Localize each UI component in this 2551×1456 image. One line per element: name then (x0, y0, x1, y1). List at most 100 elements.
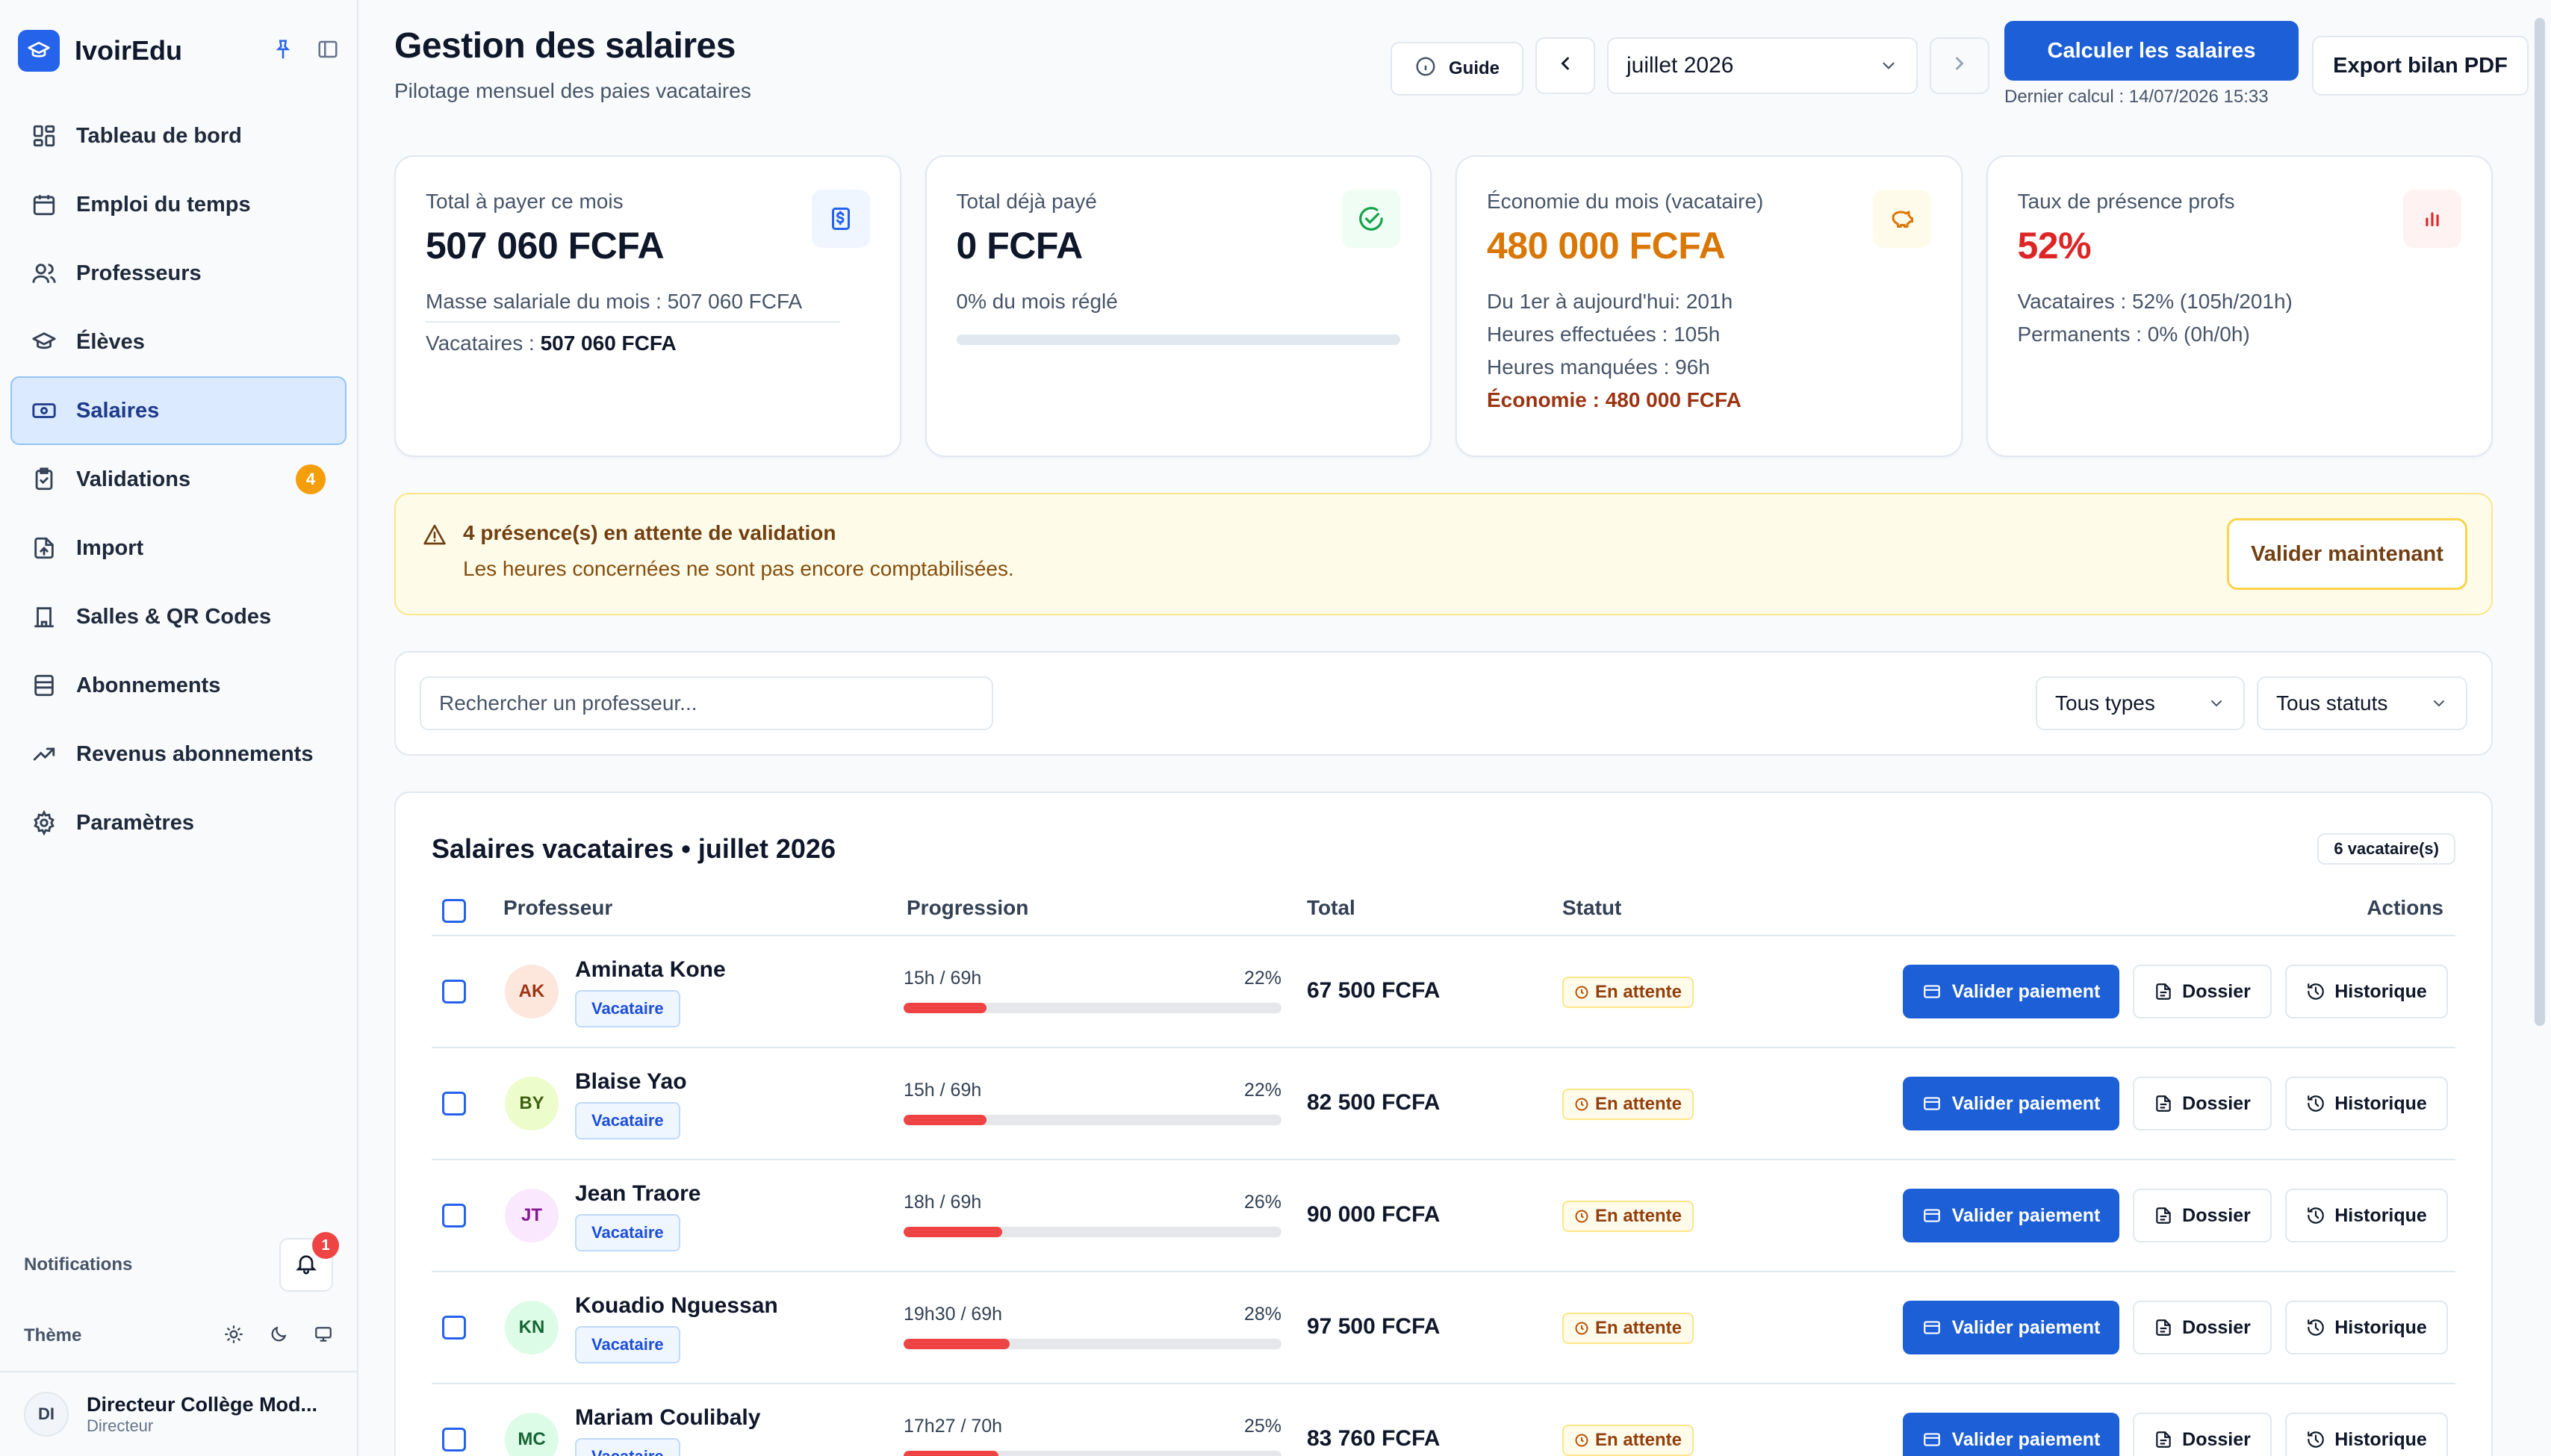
progress-fill (904, 1339, 1010, 1349)
row-checkbox[interactable] (442, 1204, 466, 1228)
sidebar-item-import[interactable]: Import (10, 514, 347, 582)
banknote-icon (31, 398, 57, 423)
sidebar-item-tableau-de-bord[interactable]: Tableau de bord (10, 102, 347, 170)
card-value: 0 FCFA (956, 225, 1084, 267)
pin-icon[interactable] (272, 38, 294, 64)
sidebar-item-label: Emploi du temps (76, 192, 251, 217)
status-text: En attente (1595, 1430, 1682, 1450)
scrollbar[interactable] (2535, 18, 2545, 1026)
notifications-button[interactable]: 1 (279, 1232, 339, 1292)
sidebar-item-abonnements[interactable]: Abonnements (10, 651, 347, 720)
avatar: KN (505, 1301, 559, 1354)
sidebar-item-salaires[interactable]: Salaires (10, 376, 347, 445)
validate-payment-button[interactable]: Valider paiement (1903, 1413, 2119, 1456)
bar-chart-icon (2403, 190, 2461, 248)
month-select-value: juillet 2026 (1626, 53, 1734, 78)
card-value: 480 000 FCFA (1487, 225, 1726, 267)
teacher-name: Kouadio Nguessan (575, 1293, 778, 1318)
file-button[interactable]: Dossier (2133, 1077, 2272, 1130)
row-checkbox[interactable] (442, 1428, 466, 1452)
calendar-icon (31, 192, 57, 217)
building-icon (31, 604, 57, 629)
month-select[interactable]: juillet 2026 (1607, 37, 1918, 94)
card-line: Vacataires : 52% (105h/201h) (2017, 290, 2293, 313)
sidebar-item-eleves[interactable]: Élèves (10, 308, 347, 376)
wallet-icon (1922, 982, 1942, 1001)
select-all-checkbox[interactable] (442, 899, 466, 923)
validate-payment-button[interactable]: Valider paiement (1903, 1301, 2119, 1354)
divider (426, 321, 840, 323)
calculate-salaries-button[interactable]: Calculer les salaires (2004, 21, 2299, 81)
card-label: Total à payer ce mois (426, 190, 624, 213)
sidebar-item-professeurs[interactable]: Professeurs (10, 239, 347, 308)
status-filter-select[interactable]: Tous statuts (2257, 676, 2467, 730)
sidebar-item-label: Validations (76, 467, 191, 491)
history-button[interactable]: Historique (2285, 1077, 2448, 1130)
validate-payment-button[interactable]: Valider paiement (1903, 1189, 2119, 1242)
hours-text: 19h30 / 69h (904, 1304, 1003, 1325)
row-checkbox[interactable] (442, 980, 466, 1004)
table-row: JT Jean Traore Vacataire 18h / 69h 26% 90 000… (432, 1160, 2455, 1272)
guide-button[interactable]: Guide (1391, 42, 1523, 96)
page-title: Gestion des salaires (394, 26, 736, 66)
sun-icon[interactable] (224, 1325, 243, 1348)
history-label: Historique (2334, 1428, 2427, 1450)
next-month-button[interactable] (1930, 37, 1989, 94)
user-profile[interactable]: DI Directeur Collège Mod... Directeur (0, 1372, 357, 1456)
validate-payment-button[interactable]: Valider paiement (1903, 965, 2119, 1018)
file-button[interactable]: Dossier (2133, 1301, 2272, 1354)
clock-icon (1574, 1321, 1589, 1336)
history-button[interactable]: Historique (2285, 1189, 2448, 1242)
monitor-icon[interactable] (314, 1325, 333, 1348)
table-body: AK Aminata Kone Vacataire 15h / 69h 22% 67 50… (432, 936, 2455, 1456)
last-calculation-text: Dernier calcul : 14/07/2026 15:33 (2004, 87, 2269, 107)
page-header: Gestion des salaires Pilotage mensuel de… (394, 0, 2551, 149)
type-filter-select[interactable]: Tous types (2036, 676, 2245, 730)
previous-month-button[interactable] (1535, 37, 1595, 94)
sidebar-item-validations[interactable]: Validations 4 (10, 445, 347, 514)
hours-progress: 15h / 69h 22% (904, 968, 1281, 1013)
sidebar-item-revenus-abonnements[interactable]: Revenus abonnements (10, 720, 347, 788)
wallet-icon (1922, 1206, 1942, 1225)
sidebar-item-parametres[interactable]: Paramètres (10, 788, 347, 857)
salary-total: 97 500 FCFA (1307, 1314, 1441, 1339)
sidebar-item-salles-qr-codes[interactable]: Salles & QR Codes (10, 582, 347, 651)
progress-fill (904, 1115, 987, 1125)
validate-payment-button[interactable]: Valider paiement (1903, 1077, 2119, 1130)
validate-payment-label: Valider paiement (1951, 1316, 2101, 1338)
sidebar-item-emploi-du-temps[interactable]: Emploi du temps (10, 170, 347, 239)
history-button[interactable]: Historique (2285, 1301, 2448, 1354)
history-button[interactable]: Historique (2285, 965, 2448, 1018)
wallet-icon (1922, 1430, 1942, 1449)
file-button[interactable]: Dossier (2133, 1189, 2272, 1242)
file-button[interactable]: Dossier (2133, 1413, 2272, 1456)
table-row: KN Kouadio Nguessan Vacataire 19h30 / 69h 28… (432, 1272, 2455, 1384)
vacataires-label: Vacataires : (426, 332, 541, 355)
stat-cards: Total à payer ce mois 507 060 FCFA Masse… (394, 155, 2493, 457)
search-input[interactable] (420, 676, 993, 730)
avatar: MC (505, 1413, 559, 1456)
clock-icon (1574, 985, 1589, 1000)
progress-track (904, 1451, 1281, 1456)
status-badge: En attente (1562, 1425, 1694, 1456)
column-header-actions: Actions (2367, 896, 2443, 919)
collapse-sidebar-icon[interactable] (317, 38, 339, 64)
table-row: MC Mariam Coulibaly Vacataire 17h27 / 70h 25… (432, 1384, 2455, 1456)
bell-icon (294, 1251, 318, 1279)
row-checkbox[interactable] (442, 1092, 466, 1116)
avatar: JT (505, 1189, 559, 1242)
export-pdf-button[interactable]: Export bilan PDF (2312, 36, 2529, 96)
avatar: AK (505, 965, 559, 1018)
theme-row: Thème (0, 1301, 357, 1372)
moon-icon[interactable] (269, 1325, 288, 1348)
row-checkbox[interactable] (442, 1316, 466, 1340)
history-button[interactable]: Historique (2285, 1413, 2448, 1456)
file-icon (2154, 1430, 2173, 1449)
file-button[interactable]: Dossier (2133, 965, 2272, 1018)
validate-payment-label: Valider paiement (1951, 1092, 2101, 1114)
validate-now-button[interactable]: Valider maintenant (2227, 518, 2467, 590)
teacher-type-tag: Vacataire (575, 1438, 680, 1456)
sidebar-item-label: Professeurs (76, 261, 202, 285)
file-label: Dossier (2182, 980, 2251, 1002)
graduation-cap-icon (31, 329, 57, 355)
